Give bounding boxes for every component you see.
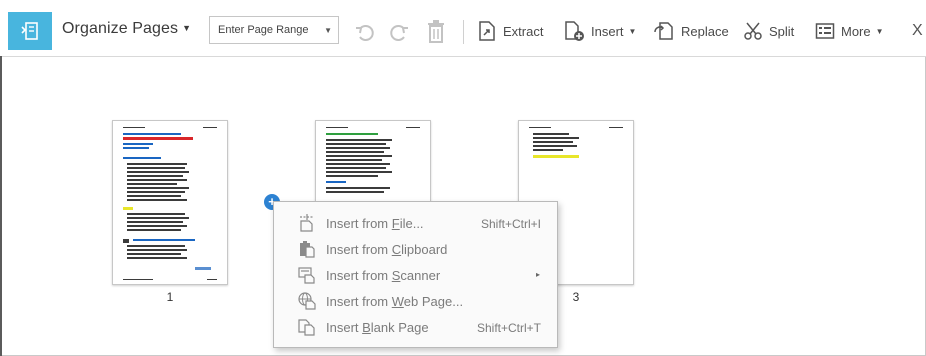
page-number: 3 <box>572 290 580 304</box>
more-label: More <box>841 23 871 39</box>
organize-pages-title: Organize Pages <box>62 20 179 37</box>
page-number: 1 <box>166 290 174 304</box>
split-button[interactable]: Split <box>743 16 794 46</box>
replace-button[interactable]: Replace <box>653 16 729 46</box>
clipboard-icon <box>300 241 315 258</box>
organize-pages-dropdown[interactable]: Organize Pages ▼ <box>62 20 191 38</box>
menu-item-label: Insert from Clipboard <box>326 242 448 257</box>
replace-icon <box>654 22 673 40</box>
menu-item-insert-from-file[interactable]: Insert from File... Shift+Ctrl+I <box>274 210 557 236</box>
menu-item-shortcut: Shift+Ctrl+I <box>480 217 541 231</box>
pane-toggle-icon <box>21 22 38 40</box>
menu-item-label: Insert from Web Page... <box>326 294 464 309</box>
extract-icon <box>479 21 495 41</box>
more-list-icon <box>815 23 835 39</box>
menu-item-label: Insert from Scanner <box>326 268 441 283</box>
page-range-select[interactable]: ▼ <box>209 16 339 44</box>
menu-item-label: Insert Blank Page <box>326 320 429 335</box>
tools-pane-toggle-button[interactable] <box>8 12 52 50</box>
scanner-icon <box>298 267 315 284</box>
blank-page-icon <box>298 319 315 336</box>
insert-label: Insert <box>591 23 624 39</box>
toolbar-separator <box>463 20 464 44</box>
menu-item-insert-from-web-page[interactable]: Insert from Web Page... <box>274 288 557 314</box>
extract-label: Extract <box>503 23 544 39</box>
page-range-input[interactable] <box>210 17 326 43</box>
close-toolbar-button[interactable]: X <box>912 16 923 46</box>
insert-page-icon <box>565 21 584 41</box>
more-button[interactable]: More ▼ <box>815 16 884 46</box>
chevron-down-icon: ▼ <box>628 26 637 36</box>
chevron-down-icon: ▼ <box>182 23 192 33</box>
rotate-right-icon[interactable] <box>388 21 410 43</box>
menu-item-shortcut: Shift+Ctrl+T <box>476 321 541 335</box>
menu-item-label: Insert from File... <box>326 216 424 231</box>
split-label: Split <box>769 23 795 39</box>
extract-button[interactable]: Extract <box>477 16 543 46</box>
insert-context-menu: Insert from File... Shift+Ctrl+I Insert … <box>273 201 558 348</box>
submenu-arrow-icon: ▸ <box>536 270 541 279</box>
menu-item-insert-from-scanner[interactable]: Insert from Scanner ▸ <box>274 262 557 288</box>
menu-item-insert-from-clipboard[interactable]: Insert from Clipboard <box>274 236 557 262</box>
rotate-left-icon[interactable] <box>354 21 376 43</box>
menu-item-insert-blank-page[interactable]: Insert Blank Page Shift+Ctrl+T <box>274 314 557 340</box>
web-page-icon <box>298 292 316 310</box>
left-panel-edge <box>0 56 2 356</box>
scissors-icon <box>744 22 762 40</box>
chevron-down-icon[interactable]: ▼ <box>324 26 332 35</box>
insert-file-icon <box>300 214 314 232</box>
chevron-down-icon: ▼ <box>875 26 884 36</box>
organize-pages-toolbar: Organize Pages▼ ▼ Extract Insert▼ <box>0 0 926 57</box>
close-icon: X <box>912 22 923 39</box>
trash-icon[interactable] <box>426 20 446 44</box>
insert-button[interactable]: Insert ▼ <box>563 16 636 46</box>
page-thumbnail[interactable] <box>112 120 228 285</box>
replace-label: Replace <box>681 23 729 39</box>
